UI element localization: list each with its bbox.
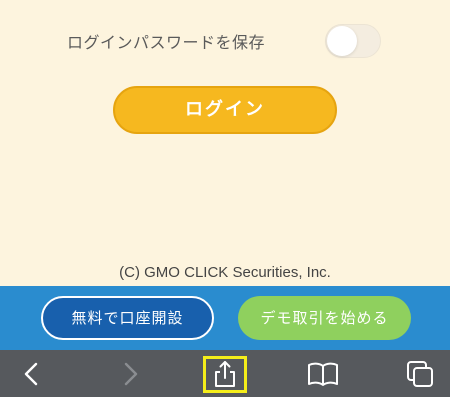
- login-button[interactable]: ログイン: [113, 86, 337, 134]
- bookmarks-button[interactable]: [298, 350, 348, 397]
- copyright-text: (C) GMO CLICK Securities, Inc.: [119, 264, 331, 281]
- save-password-toggle[interactable]: [325, 24, 381, 58]
- share-icon: [215, 360, 235, 387]
- share-button[interactable]: [200, 350, 250, 397]
- bookmarks-icon: [308, 362, 338, 386]
- back-icon: [24, 362, 38, 385]
- save-password-row: ログインパスワードを保存: [67, 24, 387, 60]
- forward-button[interactable]: [106, 350, 156, 397]
- toggle-knob: [327, 26, 357, 56]
- login-screen: ログインパスワードを保存 ログイン (C) GMO CLICK Securiti…: [0, 0, 450, 286]
- browser-toolbar: [0, 350, 450, 397]
- back-button[interactable]: [6, 350, 56, 397]
- cta-bar: 無料で口座開設 デモ取引を始める: [0, 286, 450, 350]
- start-demo-button[interactable]: デモ取引を始める: [238, 296, 411, 340]
- save-password-label: ログインパスワードを保存: [67, 33, 266, 52]
- forward-icon: [124, 362, 138, 385]
- tabs-icon: [407, 360, 433, 387]
- open-account-button[interactable]: 無料で口座開設: [41, 296, 214, 340]
- tabs-button[interactable]: [395, 350, 445, 397]
